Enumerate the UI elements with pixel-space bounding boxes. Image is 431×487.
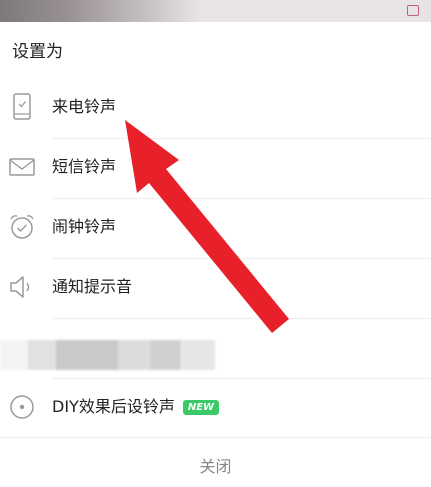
sheet-title: 设置为 — [12, 42, 63, 62]
menu-item-diy-ringtone[interactable]: DIY效果后设铃声 NEW — [0, 378, 431, 438]
new-badge: NEW — [182, 400, 220, 415]
menu-item-label: DIY效果后设铃声 NEW — [52, 395, 220, 419]
menu-item-label: 来电铃声 — [52, 97, 117, 116]
notification-icon — [407, 5, 419, 16]
menu-item-label: 通知提示音 — [52, 277, 133, 296]
menu-item-sms-tone[interactable]: 短信铃声 — [0, 138, 431, 198]
speaker-icon — [8, 273, 36, 301]
phone-icon — [8, 93, 36, 121]
menu-item-alarm-tone[interactable]: 闹钟铃声 — [0, 198, 431, 258]
diy-label: DIY效果后设铃声 — [52, 397, 175, 416]
close-label: 关闭 — [199, 457, 232, 476]
close-button[interactable]: 关闭 — [0, 437, 431, 487]
blurred-status-content — [0, 0, 200, 22]
status-bar — [0, 0, 431, 22]
menu-item-notification-sound[interactable]: 通知提示音 — [0, 258, 431, 318]
disc-icon — [8, 393, 36, 421]
alarm-clock-icon — [8, 213, 36, 241]
menu-item-ringtone[interactable]: 来电铃声 — [0, 78, 431, 138]
divider — [52, 318, 431, 319]
menu-item-label: 闹钟铃声 — [52, 217, 117, 236]
menu-item-label: 短信铃声 — [52, 157, 117, 176]
blurred-menu-item[interactable] — [0, 340, 215, 370]
envelope-icon — [8, 153, 36, 181]
